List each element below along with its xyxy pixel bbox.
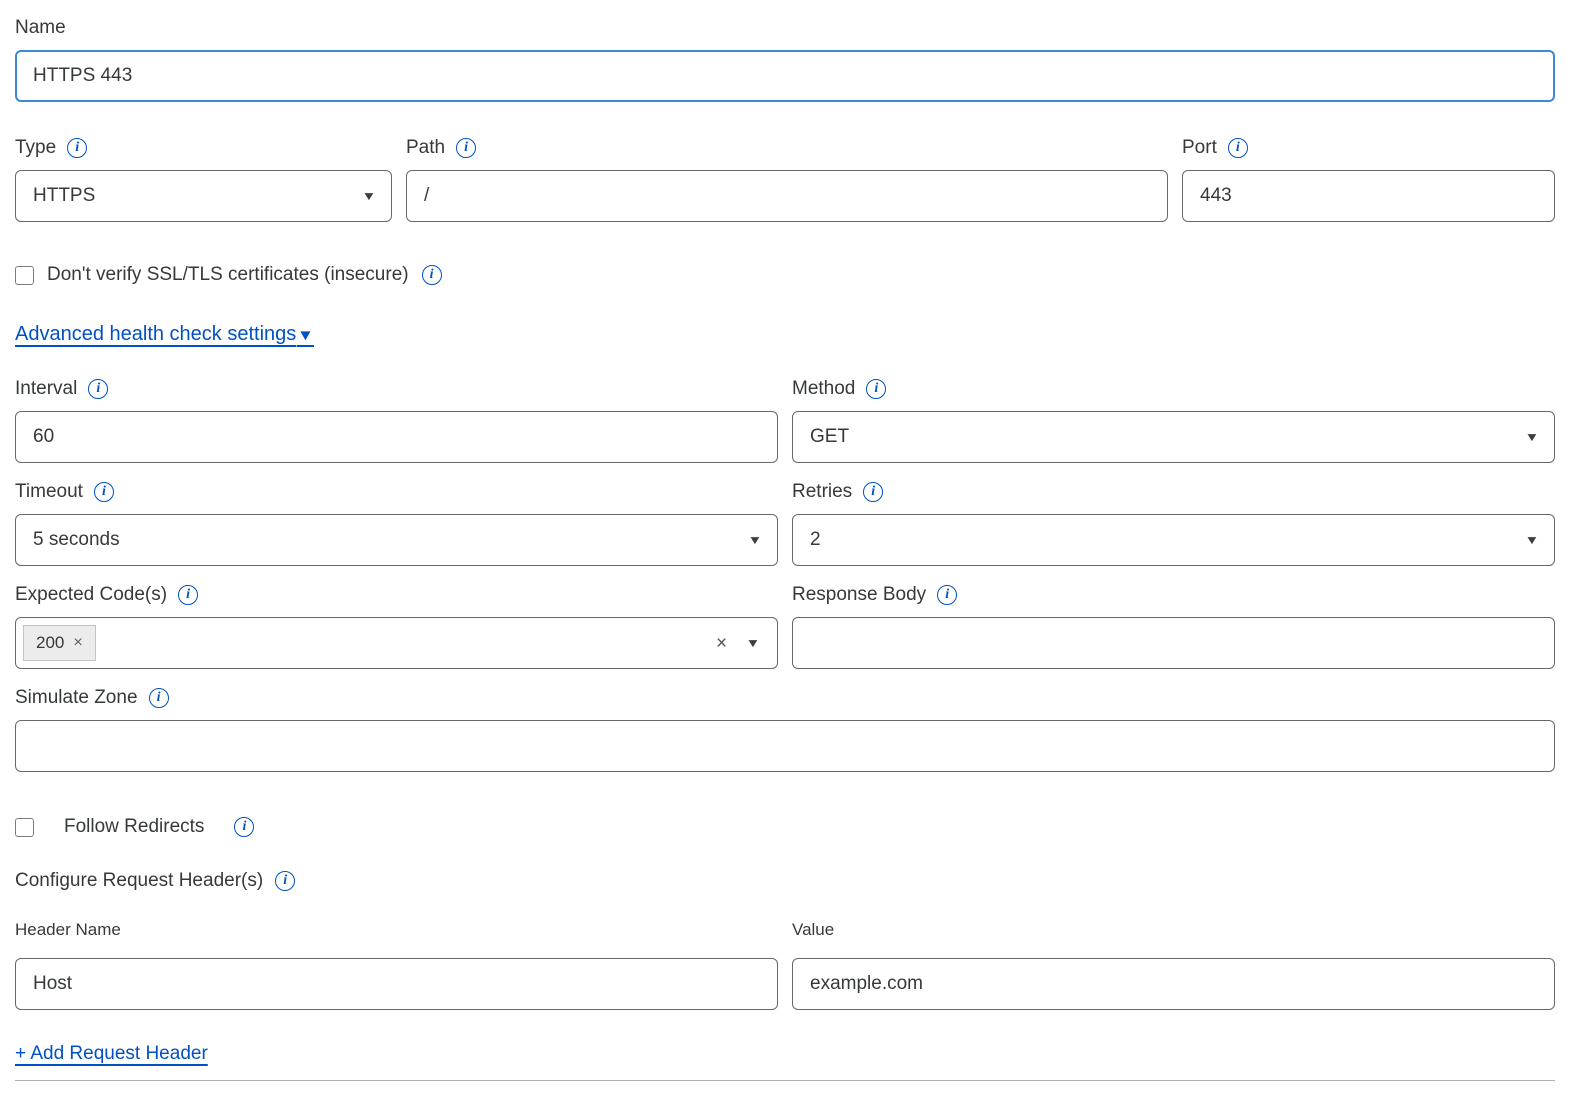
advanced-settings-link[interactable]: Advanced health check settings▼	[15, 323, 313, 346]
ssl-verify-label: Don't verify SSL/TLS certificates (insec…	[47, 264, 409, 286]
interval-label: Interval i	[15, 377, 778, 401]
response-body-label: Response Body i	[792, 583, 1555, 607]
retries-label-text: Retries	[792, 480, 852, 504]
timeout-label-text: Timeout	[15, 480, 83, 504]
chevron-down-icon: ▼	[1525, 431, 1540, 443]
port-input[interactable]	[1182, 170, 1555, 222]
simulate-zone-label-text: Simulate Zone	[15, 686, 138, 710]
request-headers-title-text: Configure Request Header(s)	[15, 870, 263, 892]
expected-codes-info-icon[interactable]: i	[178, 585, 198, 605]
response-body-info-icon[interactable]: i	[937, 585, 957, 605]
simulate-zone-input[interactable]	[15, 720, 1555, 772]
response-body-label-text: Response Body	[792, 583, 926, 607]
expected-code-tag: 200 ×	[23, 625, 96, 661]
name-label: Name	[15, 16, 1555, 40]
retries-select[interactable]: 2 ▼	[792, 514, 1555, 566]
header-value-label-text: Value	[792, 918, 834, 942]
interval-info-icon[interactable]: i	[88, 379, 108, 399]
timeout-select[interactable]: 5 seconds ▼	[15, 514, 778, 566]
ssl-verify-checkbox[interactable]	[15, 266, 34, 285]
header-name-input[interactable]	[15, 958, 778, 1010]
response-body-input[interactable]	[792, 617, 1555, 669]
simulate-zone-label: Simulate Zone i	[15, 686, 1555, 710]
method-label-text: Method	[792, 377, 855, 401]
simulate-zone-info-icon[interactable]: i	[149, 688, 169, 708]
retries-select-value: 2	[810, 529, 821, 551]
header-value-input[interactable]	[792, 958, 1555, 1010]
timeout-label: Timeout i	[15, 480, 778, 504]
header-value-label: Value	[792, 918, 1555, 942]
path-input[interactable]	[406, 170, 1168, 222]
path-label: Path i	[406, 136, 1168, 160]
follow-redirects-info-icon[interactable]: i	[234, 817, 254, 837]
path-label-text: Path	[406, 136, 445, 160]
follow-redirects-label: Follow Redirects	[64, 816, 204, 838]
expected-codes-label: Expected Code(s) i	[15, 583, 778, 607]
type-info-icon[interactable]: i	[67, 138, 87, 158]
chevron-down-icon[interactable]: ▼	[746, 637, 761, 649]
advanced-settings-link-text: Advanced health check settings	[15, 323, 296, 346]
header-name-label-text: Header Name	[15, 918, 121, 942]
expected-code-tag-value: 200	[36, 632, 64, 654]
type-label: Type i	[15, 136, 392, 160]
add-request-header-link-text: + Add Request Header	[15, 1043, 208, 1065]
expected-codes-label-text: Expected Code(s)	[15, 583, 167, 607]
port-label: Port i	[1182, 136, 1555, 160]
port-label-text: Port	[1182, 136, 1217, 160]
expected-codes-multiselect[interactable]: 200 × × ▼	[15, 617, 778, 669]
port-info-icon[interactable]: i	[1228, 138, 1248, 158]
timeout-select-value: 5 seconds	[33, 529, 120, 551]
clear-all-icon[interactable]: ×	[716, 634, 727, 653]
name-label-text: Name	[15, 16, 66, 40]
add-request-header-link[interactable]: + Add Request Header	[15, 1043, 208, 1065]
header-name-label: Header Name	[15, 918, 778, 942]
method-select-value: GET	[810, 426, 849, 448]
method-select[interactable]: GET ▼	[792, 411, 1555, 463]
follow-redirects-checkbox[interactable]	[15, 818, 34, 837]
remove-tag-icon[interactable]: ×	[73, 633, 82, 654]
request-headers-info-icon[interactable]: i	[275, 871, 295, 891]
bottom-divider	[15, 1080, 1555, 1081]
path-info-icon[interactable]: i	[456, 138, 476, 158]
chevron-down-icon: ▼	[748, 534, 763, 546]
method-label: Method i	[792, 377, 1555, 401]
interval-label-text: Interval	[15, 377, 77, 401]
type-label-text: Type	[15, 136, 56, 160]
retries-info-icon[interactable]: i	[863, 482, 883, 502]
chevron-down-icon: ▼	[362, 190, 377, 202]
type-select-value: HTTPS	[33, 185, 95, 207]
health-check-form: Name Type i HTTPS ▼ Path i Port i	[0, 0, 1570, 1081]
ssl-verify-info-icon[interactable]: i	[422, 265, 442, 285]
chevron-down-icon: ▼	[1525, 534, 1540, 546]
timeout-info-icon[interactable]: i	[94, 482, 114, 502]
interval-input[interactable]	[15, 411, 778, 463]
method-info-icon[interactable]: i	[866, 379, 886, 399]
chevron-down-icon: ▼	[297, 327, 314, 344]
name-input[interactable]	[15, 50, 1555, 102]
request-headers-section-title: Configure Request Header(s) i	[15, 870, 1555, 892]
type-select[interactable]: HTTPS ▼	[15, 170, 392, 222]
retries-label: Retries i	[792, 480, 1555, 504]
